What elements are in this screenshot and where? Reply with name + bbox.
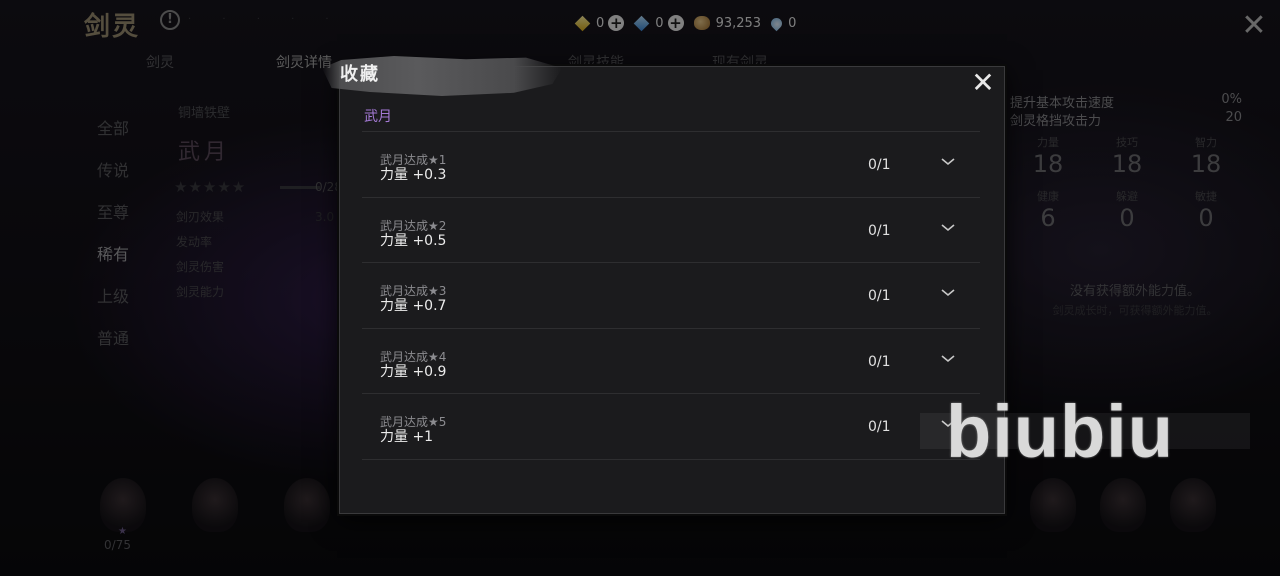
item-count: 0/1 — [868, 157, 891, 173]
close-icon[interactable]: ✕ — [969, 69, 997, 97]
item-count: 0/1 — [868, 288, 891, 304]
item-bonus: 力量 +1 — [380, 429, 434, 445]
chevron-down-icon[interactable] — [940, 220, 956, 236]
chevron-down-icon[interactable] — [940, 285, 956, 301]
item-bonus: 力量 +0.5 — [380, 232, 447, 249]
chevron-down-icon[interactable] — [940, 154, 956, 170]
collection-list: 武月达成★1 力量 +0.3 0/1 武月达成★2 力量 +0.5 0/1 武月… — [362, 132, 980, 460]
list-item[interactable]: 武月达成★1 力量 +0.3 0/1 — [362, 132, 980, 198]
list-item[interactable]: 武月达成★4 力量 +0.9 0/1 — [362, 329, 980, 394]
list-item[interactable]: 武月达成★2 力量 +0.5 0/1 — [362, 198, 980, 263]
chevron-down-icon[interactable] — [940, 351, 956, 367]
item-count: 0/1 — [868, 419, 891, 435]
item-bonus: 力量 +0.7 — [380, 298, 447, 314]
item-count: 0/1 — [868, 353, 891, 370]
section-label: 武月 — [364, 109, 392, 125]
list-item[interactable]: 武月达成★3 力量 +0.7 0/1 — [362, 263, 980, 329]
item-count: 0/1 — [868, 222, 891, 239]
watermark: biubiu — [946, 390, 1174, 473]
modal-title: 收藏 — [340, 64, 380, 85]
list-item[interactable]: 武月达成★5 力量 +1 0/1 — [362, 394, 980, 460]
item-bonus: 力量 +0.9 — [380, 363, 447, 380]
item-bonus: 力量 +0.3 — [380, 167, 447, 183]
